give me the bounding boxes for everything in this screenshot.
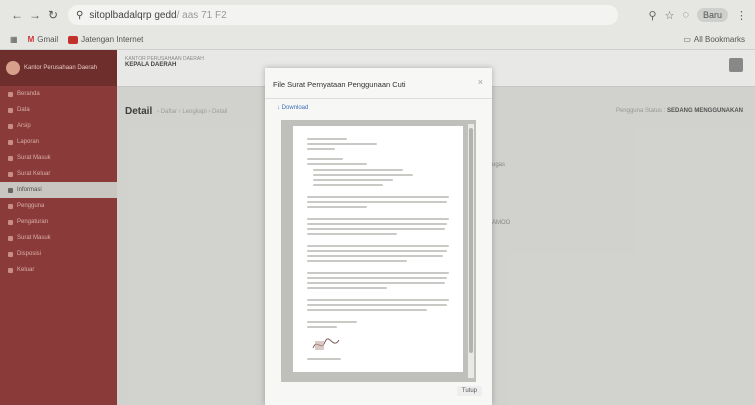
text-line	[307, 260, 407, 262]
text-line	[307, 218, 449, 220]
bookmark-gmail[interactable]: M Gmail	[28, 35, 59, 44]
text-line	[307, 138, 347, 140]
sidebar-item[interactable]: Data	[0, 102, 117, 118]
menu-item-icon	[8, 171, 13, 177]
sidebar-item[interactable]: Laporan	[0, 134, 117, 150]
forward-icon[interactable]: →	[26, 6, 44, 24]
text-line	[307, 223, 447, 225]
menu-item-icon	[8, 107, 13, 113]
sidebar-item[interactable]: Pengguna	[0, 198, 117, 214]
text-line	[307, 158, 343, 160]
text-line	[313, 179, 393, 181]
document-page	[293, 126, 463, 372]
close-button[interactable]: Tutup	[456, 386, 482, 396]
download-link[interactable]: ↓ Download	[277, 105, 308, 111]
zoom-icon[interactable]: ⚲	[649, 9, 657, 22]
text-line	[307, 228, 445, 230]
document-scrollbar[interactable]	[468, 124, 474, 378]
text-line	[307, 250, 447, 252]
menu-item-icon	[8, 187, 13, 193]
extensions-icon[interactable]: ◌	[682, 9, 689, 21]
sidebar-item[interactable]: Arsip	[0, 118, 117, 134]
text-line	[307, 233, 397, 235]
sidebar-item[interactable]: Surat Masuk	[0, 150, 117, 166]
sidebar-item[interactable]: Pengaturan	[0, 214, 117, 230]
menu-item-icon	[8, 139, 13, 145]
scroll-thumb[interactable]	[469, 128, 473, 353]
all-bookmarks[interactable]: ▭ All Bookmarks	[683, 35, 745, 44]
menu-item-icon	[8, 235, 13, 241]
url-path: / aas 71 F2	[176, 9, 227, 21]
text-line	[307, 282, 445, 284]
text-line	[307, 287, 387, 289]
text-line	[307, 255, 443, 257]
file-preview-modal: File Surat Pernyataan Penggunaan Cuti × …	[265, 68, 492, 405]
menu-item-icon	[8, 123, 13, 129]
profile-button[interactable]: Baru	[696, 8, 728, 22]
menu-item-icon	[8, 91, 13, 97]
text-line	[313, 184, 383, 186]
reload-icon[interactable]: ↻	[44, 6, 62, 24]
text-line	[307, 148, 335, 150]
text-line	[307, 299, 449, 301]
close-icon[interactable]: ×	[478, 77, 483, 87]
site-info-icon[interactable]: ⚲	[76, 10, 83, 21]
text-line	[307, 358, 341, 360]
text-line	[307, 245, 449, 247]
text-line	[307, 326, 337, 328]
menu-icon[interactable]: ⋮	[736, 9, 747, 22]
menu-item-icon	[8, 155, 13, 161]
bookmark-jatengan[interactable]: Jatengan Internet	[68, 35, 143, 44]
modal-title: File Surat Pernyataan Penggunaan Cuti	[273, 80, 406, 89]
text-line	[307, 206, 367, 208]
bookmark-star-icon[interactable]: ☆	[665, 9, 675, 22]
sidebar-item-active[interactable]: Informasi	[0, 182, 117, 198]
text-line	[307, 304, 447, 306]
document-viewer[interactable]	[281, 120, 476, 382]
text-line	[307, 277, 447, 279]
url-host: sitoplbadalqrp gedd	[89, 9, 177, 21]
gmail-icon: M	[27, 35, 35, 44]
menu-item-icon	[8, 203, 13, 209]
sidebar-item[interactable]: Keluar	[0, 262, 117, 278]
modal-header: File Surat Pernyataan Penggunaan Cuti ×	[265, 68, 492, 99]
text-line	[307, 163, 367, 165]
text-line	[307, 143, 377, 145]
org-name: KEPALA DAERAH	[125, 62, 177, 68]
sidebar: Kantor Perusahaan Daerah Beranda Data Ar…	[0, 50, 117, 405]
sidebar-item[interactable]: Surat Masuk	[0, 230, 117, 246]
apps-icon[interactable]: ▦	[10, 35, 18, 44]
menu-item-icon	[8, 219, 13, 225]
text-line	[313, 174, 413, 176]
sidebar-header: Kantor Perusahaan Daerah	[0, 50, 117, 86]
folder-icon: ▭	[683, 35, 691, 44]
sidebar-item[interactable]: Disposisi	[0, 246, 117, 262]
text-line	[307, 196, 449, 198]
text-line	[307, 201, 447, 203]
text-line	[313, 169, 403, 171]
signature-image	[312, 338, 340, 350]
sidebar-title: Kantor Perusahaan Daerah	[24, 65, 98, 71]
address-bar[interactable]: ⚲ sitoplbadalqrp gedd / aas 71 F2	[68, 5, 618, 25]
text-line	[307, 272, 449, 274]
menu-item-icon	[8, 251, 13, 257]
sidebar-item[interactable]: Surat Keluar	[0, 166, 117, 182]
app-logo	[6, 61, 20, 75]
back-icon[interactable]: ←	[8, 6, 26, 24]
user-avatar[interactable]	[729, 58, 743, 72]
text-line	[307, 309, 427, 311]
menu-item-icon	[8, 267, 13, 273]
sidebar-item[interactable]: Beranda	[0, 86, 117, 102]
text-line	[307, 321, 357, 323]
youtube-icon	[68, 35, 79, 44]
browser-toolbar: ← → ↻ ⚲ sitoplbadalqrp gedd / aas 71 F2 …	[0, 0, 755, 30]
bookmarks-bar: ▦ M Gmail Jatengan Internet ▭ All Bookma…	[0, 30, 755, 50]
